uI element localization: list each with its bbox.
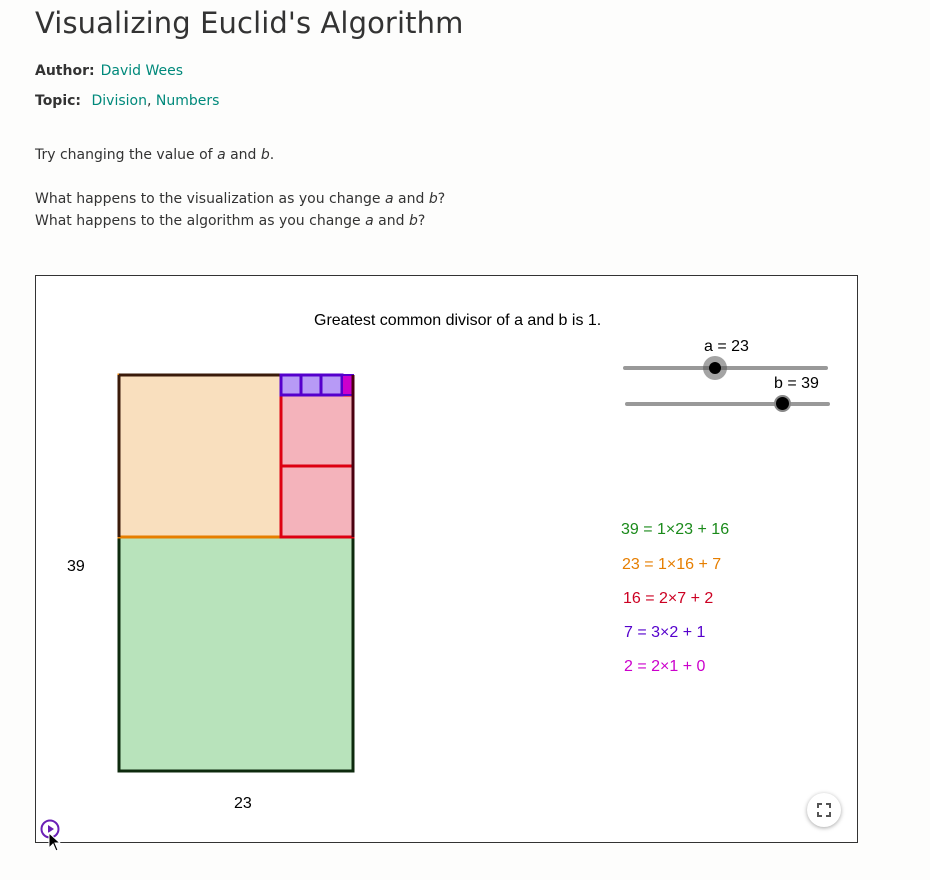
equation-step-4: 7 = 3×2 + 1 bbox=[624, 624, 706, 641]
variable-b: b bbox=[408, 213, 418, 229]
variable-b: b bbox=[428, 191, 438, 207]
question-text-part: and bbox=[393, 191, 429, 207]
author-row: Author: David Wees bbox=[35, 63, 183, 79]
equation-step-5: 2 = 2×1 + 0 bbox=[624, 658, 706, 675]
square-7-a bbox=[279, 393, 355, 468]
instruction-text-part: Try changing the value of bbox=[35, 147, 218, 163]
instruction-text-part: . bbox=[269, 147, 275, 163]
fullscreen-button[interactable] bbox=[807, 793, 841, 827]
square-2-b bbox=[299, 373, 323, 397]
variable-a: a bbox=[365, 213, 374, 229]
page-title: Visualizing Euclid's Algorithm bbox=[35, 6, 464, 40]
square-1 bbox=[341, 374, 354, 396]
question-algorithm: What happens to the algorithm as you cha… bbox=[35, 210, 445, 232]
variable-b: b bbox=[260, 147, 270, 163]
question-text-part: ? bbox=[417, 213, 426, 229]
question-visualization: What happens to the visualization as you… bbox=[35, 188, 445, 210]
question-text-part: and bbox=[373, 213, 409, 229]
square-2-a bbox=[279, 373, 303, 397]
topic-row: Topic: Division, Numbers bbox=[35, 93, 219, 109]
square-2-c bbox=[319, 373, 344, 397]
geogebra-applet[interactable]: Greatest common divisor of a and b is 1.… bbox=[35, 275, 858, 843]
variable-a: a bbox=[385, 191, 394, 207]
topic-separator: , bbox=[146, 93, 152, 109]
topic-link-division[interactable]: Division bbox=[91, 93, 146, 109]
question-text-part: ? bbox=[437, 191, 446, 207]
instruction-text: Try changing the value of a and b. bbox=[35, 144, 274, 166]
question-text-part: What happens to the visualization as you… bbox=[35, 191, 385, 207]
equation-step-3: 16 = 2×7 + 2 bbox=[623, 590, 714, 607]
topic-label: Topic: bbox=[35, 93, 82, 109]
euclid-visualization bbox=[117, 373, 355, 773]
author-link[interactable]: David Wees bbox=[101, 63, 183, 79]
variable-a: a bbox=[217, 147, 226, 163]
square-7-b bbox=[279, 464, 355, 539]
mouse-cursor-icon bbox=[48, 832, 62, 852]
equation-step-2: 23 = 1×16 + 7 bbox=[622, 556, 722, 573]
instruction-text-part: and bbox=[225, 147, 261, 163]
topic-link-numbers[interactable]: Numbers bbox=[156, 93, 220, 109]
square-23 bbox=[117, 535, 355, 773]
square-16 bbox=[117, 373, 283, 539]
equation-step-1: 39 = 1×23 + 16 bbox=[621, 521, 730, 538]
author-label: Author: bbox=[35, 63, 95, 79]
question-text-part: What happens to the algorithm as you cha… bbox=[35, 213, 366, 229]
fullscreen-icon bbox=[817, 803, 831, 817]
question-text: What happens to the visualization as you… bbox=[35, 188, 445, 232]
